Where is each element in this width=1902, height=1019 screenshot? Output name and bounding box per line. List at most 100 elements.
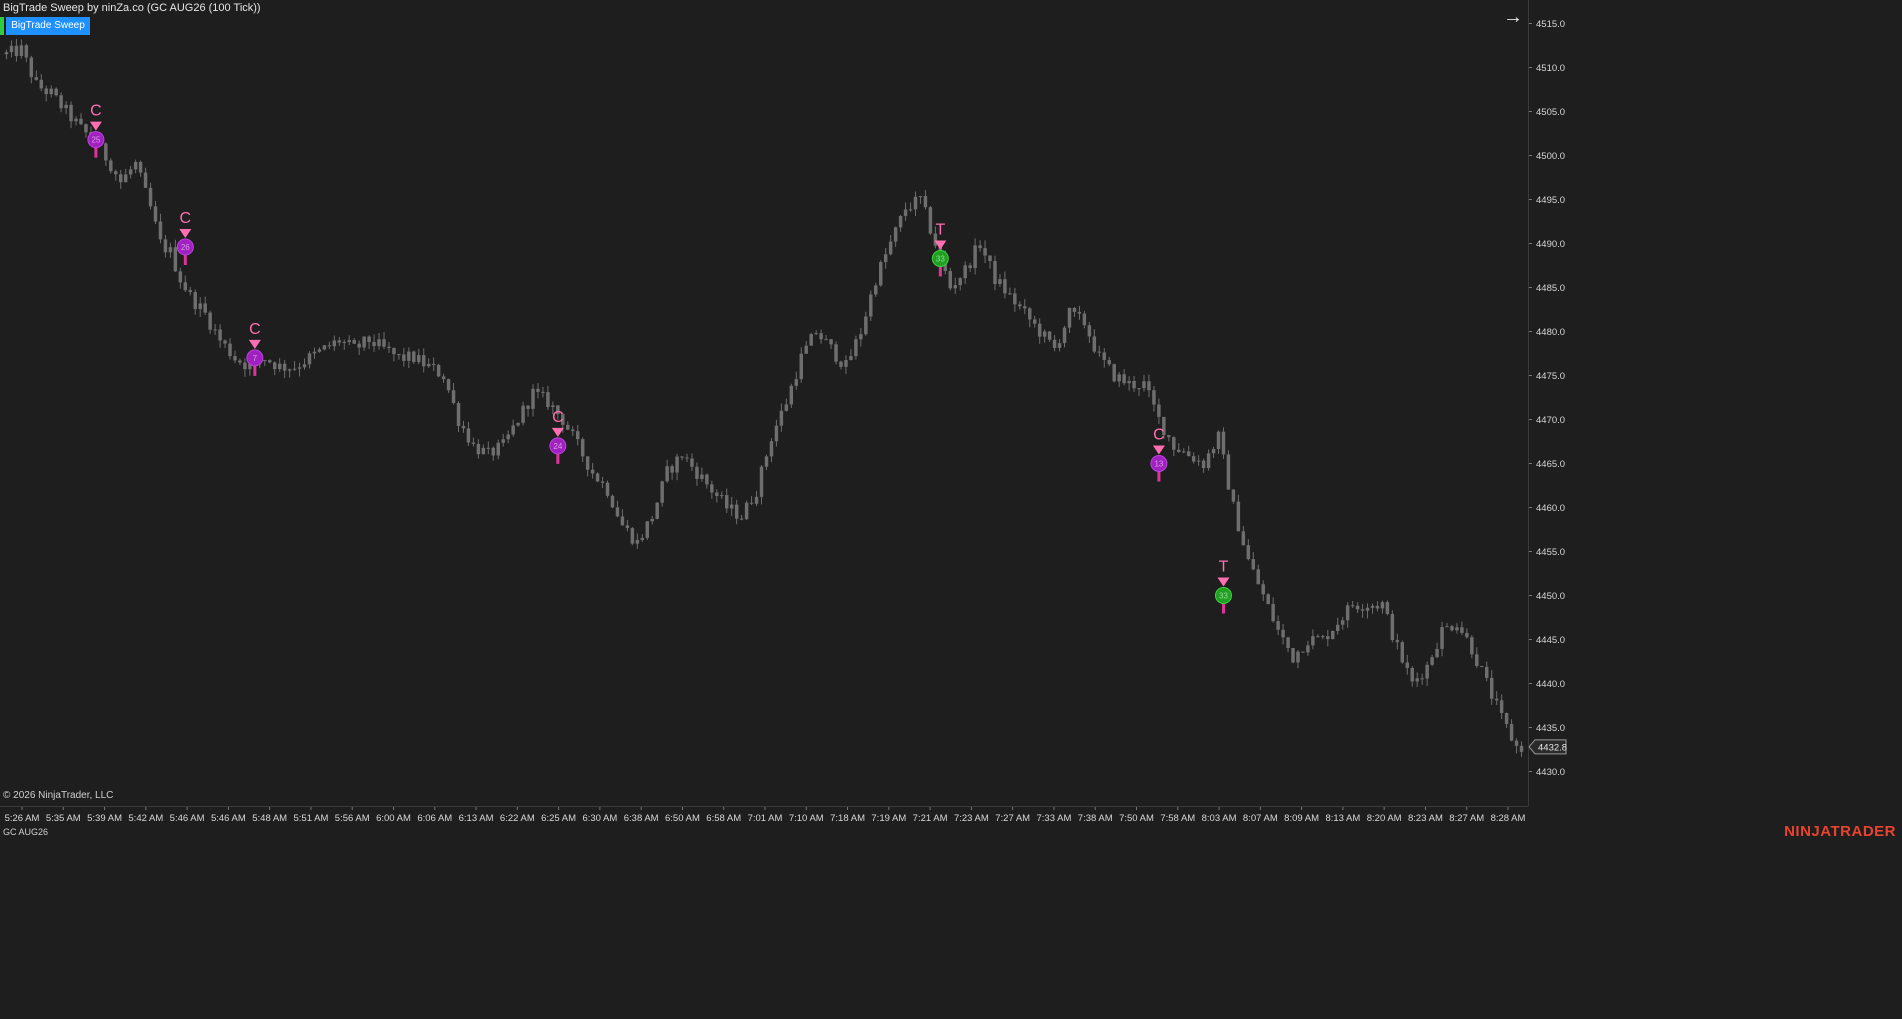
candle-body — [650, 518, 654, 522]
time-tick-label: 7:58 AM — [1160, 813, 1195, 824]
candle-body — [888, 241, 893, 255]
time-axis-divider — [0, 806, 1528, 807]
candle-body — [59, 95, 63, 109]
candle-body — [1509, 724, 1514, 741]
signal-down-triangle-icon — [551, 427, 564, 437]
time-tick-label: 7:01 AM — [748, 813, 783, 824]
price-axis-divider — [1528, 0, 1529, 806]
candle-body — [903, 209, 908, 216]
candle-body — [993, 260, 997, 285]
instrument-label: GC AUG26 — [3, 827, 49, 837]
candle-body — [1216, 431, 1221, 450]
candle-body — [953, 285, 957, 289]
candle-body — [466, 428, 471, 443]
candle-body — [39, 79, 43, 89]
sweep-signal[interactable]: T 33 — [1214, 559, 1232, 614]
candle-body — [710, 484, 714, 493]
candle-body — [898, 215, 903, 228]
candle-body — [1152, 390, 1156, 405]
candle-body — [347, 340, 351, 342]
time-tick-label: 8:03 AM — [1202, 813, 1237, 824]
candle-body — [506, 434, 510, 440]
candle-body — [978, 245, 982, 249]
candle-body — [759, 466, 764, 497]
candle-body — [1251, 559, 1256, 570]
candle-body — [173, 247, 178, 272]
candle-body — [764, 456, 769, 467]
candle-body — [635, 539, 640, 544]
price-tick-label: 4430.0 — [1536, 767, 1565, 778]
candle-body — [128, 169, 133, 175]
time-tick-label: 8:20 AM — [1367, 813, 1402, 824]
candle-body — [263, 360, 267, 362]
candle-body — [1489, 677, 1494, 699]
candle-body — [1499, 700, 1504, 713]
candle-body — [859, 334, 863, 340]
candle-body — [1485, 666, 1489, 678]
sweep-signal[interactable]: C 26 — [176, 210, 194, 266]
candle-body — [317, 349, 322, 352]
price-axis[interactable]: 4515.0 4510.0 4505.0 4500.0 4495.0 4490.0 4485… — [1528, 19, 1565, 778]
candle-body — [302, 364, 307, 368]
price-tick-label: 4465.0 — [1536, 459, 1565, 470]
candle-body — [610, 495, 615, 508]
sweep-signal[interactable]: C 24 — [549, 409, 567, 464]
candle-body — [402, 354, 406, 361]
candle-body — [49, 88, 53, 95]
candle-body — [233, 356, 237, 361]
candle-body — [1395, 640, 1400, 643]
time-tick-label: 7:38 AM — [1078, 813, 1113, 824]
candle-body — [695, 466, 699, 479]
sweep-signal[interactable]: C 25 — [87, 103, 105, 158]
candle-body — [1037, 323, 1042, 337]
candle-body — [834, 344, 838, 362]
candle-body — [1107, 359, 1111, 365]
candle-body — [481, 447, 486, 455]
time-axis[interactable]: 5:26 AM 5:35 AM 5:39 AM 5:42 AM 5:46 AM 5:46 … — [5, 806, 1526, 824]
candle-body — [1390, 613, 1395, 641]
candle-body — [292, 368, 297, 370]
candle-body — [1032, 319, 1037, 324]
candle-body — [133, 161, 138, 170]
time-tick-label: 8:28 AM — [1491, 813, 1526, 824]
price-chart[interactable]: 4515.0 4510.0 4505.0 4500.0 4495.0 4490.0 4485… — [0, 0, 1902, 1019]
candle-body — [1415, 678, 1419, 682]
candle-body — [1147, 381, 1151, 391]
indicator-button[interactable]: BigTrade Sweep — [6, 17, 90, 35]
signal-letter: T — [935, 221, 945, 238]
candle-body — [417, 355, 421, 363]
candle-body — [551, 405, 555, 408]
candle-body — [874, 285, 878, 295]
candle-body — [680, 456, 684, 458]
candle-body — [431, 363, 436, 365]
time-tick-label: 5:39 AM — [87, 813, 122, 824]
price-tick-label: 4480.0 — [1536, 327, 1565, 338]
time-tick-label: 5:46 AM — [170, 813, 205, 824]
ninjatrader-logo: NINJATRADER — [1784, 823, 1896, 840]
candle-body — [1008, 293, 1012, 295]
time-tick-label: 5:56 AM — [335, 813, 370, 824]
candle-body — [1321, 636, 1325, 638]
candle-body — [1122, 374, 1126, 384]
candle-body — [1335, 624, 1340, 631]
signal-down-triangle-icon — [89, 121, 102, 131]
signal-letter: C — [90, 103, 102, 120]
candle-body — [571, 429, 575, 432]
candle-body — [1519, 745, 1524, 752]
last-price-marker: 4432.8 — [1528, 739, 1567, 755]
candle-body — [332, 340, 337, 347]
arrow-right-icon[interactable]: → — [1500, 6, 1526, 28]
candle-body — [1236, 501, 1241, 532]
candle-body — [600, 481, 605, 483]
candle-body — [1028, 308, 1032, 320]
candle-body — [1077, 311, 1082, 314]
sweep-signal[interactable]: C 13 — [1150, 427, 1168, 482]
candle-body — [1052, 339, 1057, 348]
candle-body — [1172, 437, 1176, 450]
candle-body — [784, 404, 789, 411]
candle-body — [546, 392, 550, 408]
candle-body — [1340, 620, 1345, 625]
time-tick-label: 7:18 AM — [830, 813, 865, 824]
candle-body — [744, 502, 749, 520]
candle-body — [1400, 642, 1405, 663]
